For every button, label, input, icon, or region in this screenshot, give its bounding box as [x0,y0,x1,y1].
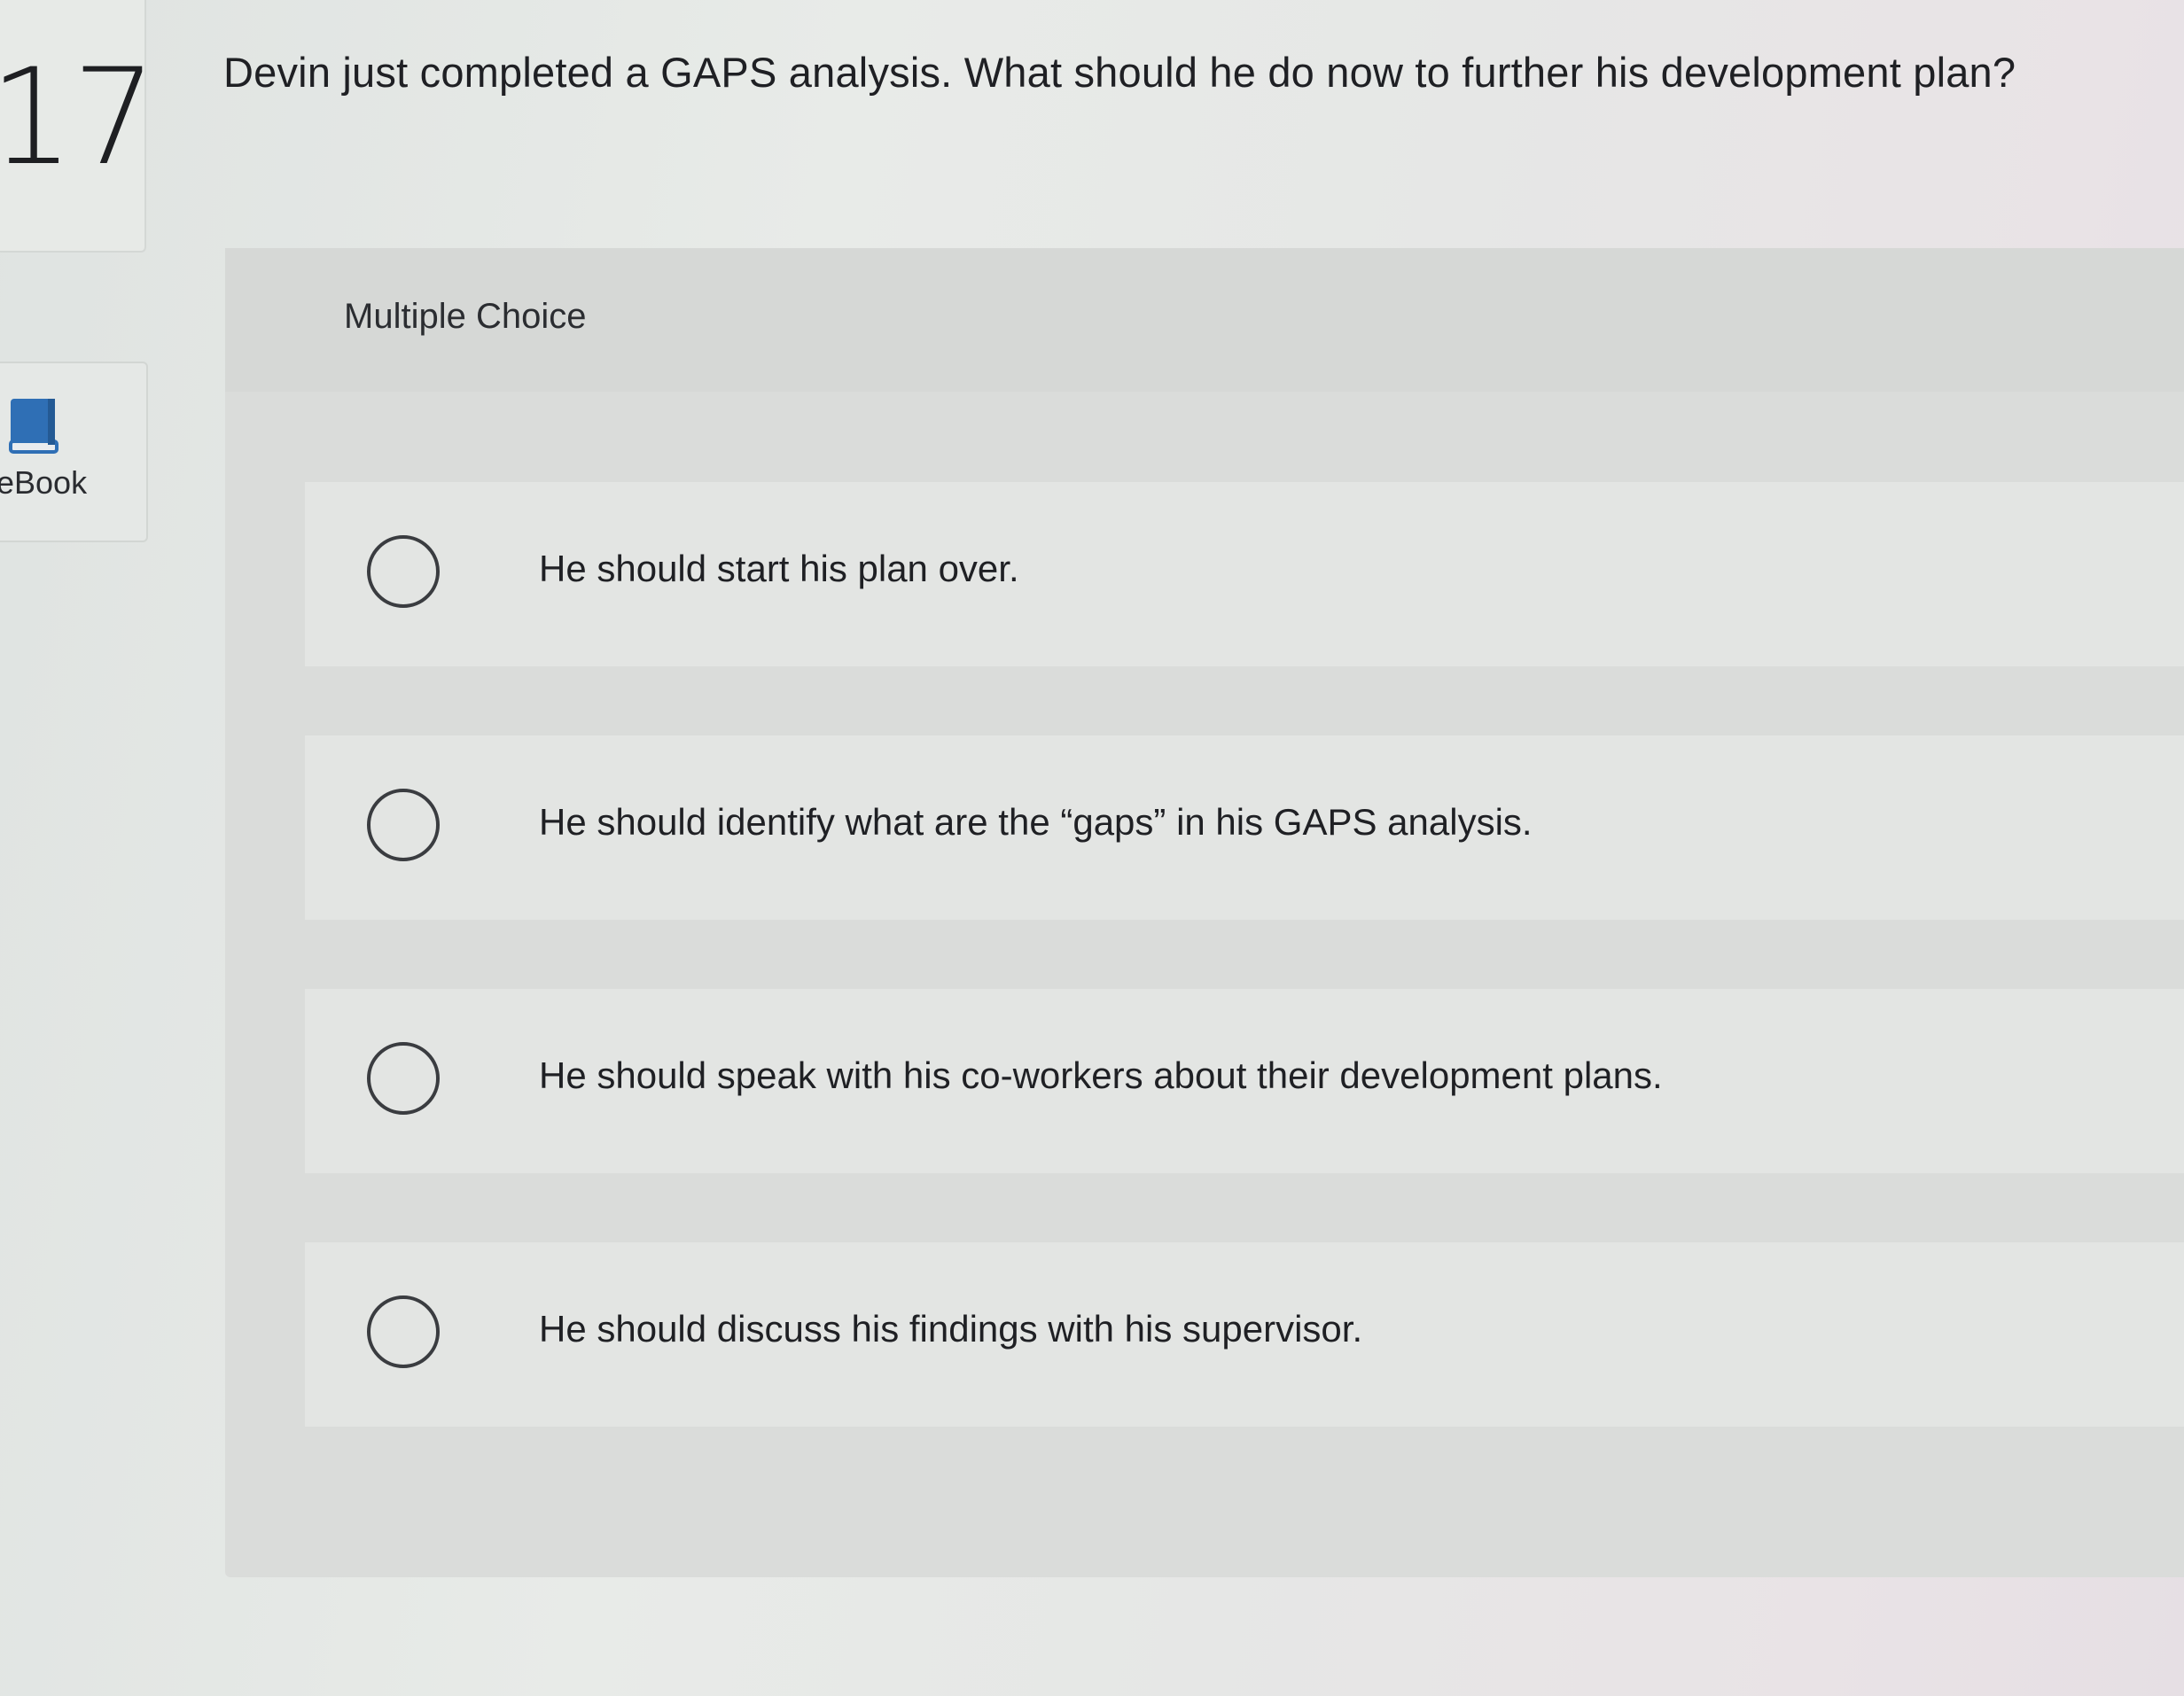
answer-option-label: He should start his plan over. [539,548,1019,589]
answer-option-2[interactable]: He should identify what are the “gaps” i… [305,735,2184,920]
answer-option-label: He should discuss his findings with his … [539,1308,1363,1350]
answer-option-4[interactable]: He should discuss his findings with his … [305,1242,2184,1427]
radio-button[interactable] [367,1295,440,1368]
radio-button[interactable] [367,789,440,861]
book-icon [9,399,58,454]
multiple-choice-panel: Multiple Choice He should start his plan… [225,248,2184,1577]
radio-button[interactable] [367,535,440,608]
multiple-choice-title: Multiple Choice [344,297,587,336]
answer-option-1[interactable]: He should start his plan over. [305,482,2184,666]
question-number: 17 [0,41,157,195]
ebook-label: eBook [0,464,88,501]
radio-button[interactable] [367,1042,440,1115]
answer-option-label: He should identify what are the “gaps” i… [539,801,1533,843]
question-text: Devin just completed a GAPS analysis. Wh… [223,49,2016,96]
answer-option-3[interactable]: He should speak with his co-workers abou… [305,989,2184,1173]
multiple-choice-header: Multiple Choice [225,248,2184,392]
answer-option-label: He should speak with his co-workers abou… [539,1054,1663,1096]
